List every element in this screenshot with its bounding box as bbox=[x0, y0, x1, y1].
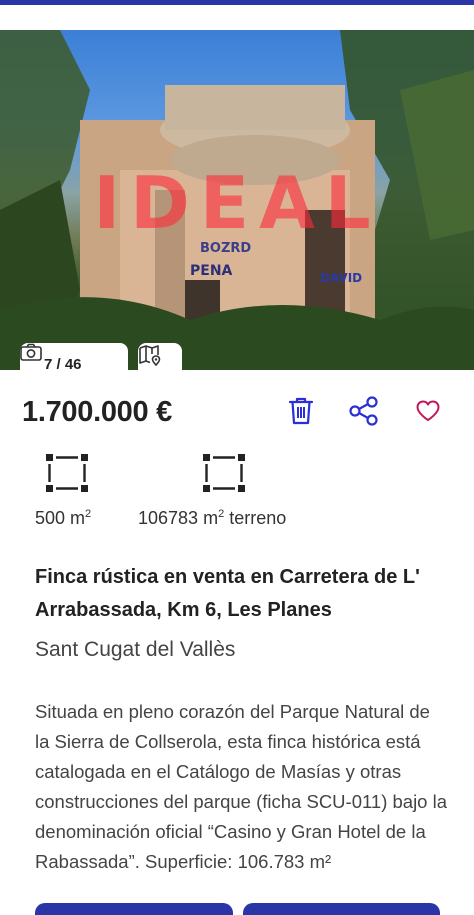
built-area-label: 500 m2 bbox=[35, 508, 92, 528]
svg-text:DAVID: DAVID bbox=[320, 271, 362, 285]
contact-button-secondary[interactable] bbox=[243, 903, 440, 915]
trash-icon bbox=[287, 396, 315, 431]
plot-area-label: 106783 m2 terreno bbox=[138, 508, 287, 528]
photo-counter-text: 7 / 46 bbox=[44, 355, 82, 371]
delete-button[interactable] bbox=[285, 397, 317, 429]
property-photo[interactable]: BOZRD PENA DAVID IDEAL 7 / 46 bbox=[0, 30, 474, 370]
area-icon bbox=[44, 452, 90, 499]
share-button[interactable] bbox=[348, 395, 380, 431]
share-icon bbox=[348, 395, 380, 431]
listing-description: Situada en pleno corazón del Parque Natu… bbox=[35, 701, 447, 872]
photo-illustration: BOZRD PENA DAVID IDEAL bbox=[0, 30, 474, 370]
listing-location: Sant Cugat del Vallès bbox=[35, 638, 236, 661]
area-icon bbox=[201, 452, 247, 499]
photo-counter[interactable]: 7 / 46 bbox=[20, 343, 128, 370]
top-spacer bbox=[0, 5, 474, 30]
favorite-button[interactable] bbox=[412, 397, 444, 429]
heart-icon bbox=[415, 399, 441, 428]
svg-text:PENA: PENA bbox=[190, 263, 233, 279]
listing-price: 1.700.000 € bbox=[22, 396, 172, 428]
map-button[interactable] bbox=[138, 343, 182, 370]
svg-text:IDEAL: IDEAL bbox=[93, 161, 380, 245]
listing-title: Finca rústica en venta en Carretera de L… bbox=[35, 566, 420, 621]
contact-button-primary[interactable] bbox=[35, 903, 233, 915]
